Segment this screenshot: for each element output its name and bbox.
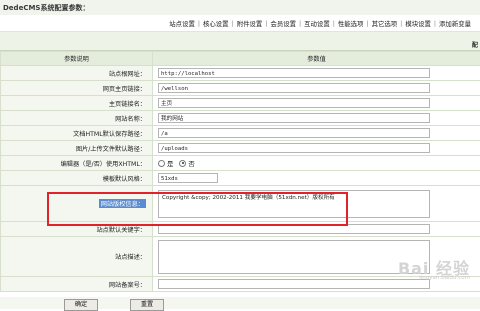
row-label-editor-xhtml: 编辑器（是/否）使用XHTML：	[1, 156, 153, 171]
table-row: 模板默认风格： 51xds	[1, 171, 480, 186]
copyright-textarea[interactable]: Copyright &copy; 2002-2011 我要学电脑（51xdn.n…	[158, 190, 430, 218]
home-name-input[interactable]: 主页	[158, 98, 430, 108]
nav-interaction-settings[interactable]: 互动设置	[301, 19, 333, 28]
row-label-template-style: 模板默认风格：	[1, 171, 153, 186]
nav-add-variable[interactable]: 添加新变量	[436, 19, 474, 28]
table-row: 主页链接名： 主页	[1, 96, 480, 111]
config-table: 参数说明 参数值 站点根网址： http://localhost 网页主页链接：…	[0, 51, 480, 292]
upload-dir-input[interactable]: /uploads	[158, 143, 430, 153]
row-label-icp: 网站备案号：	[1, 277, 153, 292]
editor-xhtml-no-label: 否	[188, 159, 194, 168]
confirm-button[interactable]: 确定	[64, 299, 98, 311]
column-header-label: 参数说明	[1, 52, 153, 66]
section-strip: 配	[0, 32, 480, 51]
row-label-site-name: 网站名称：	[1, 111, 153, 126]
row-label-home-link: 网页主页链接：	[1, 81, 153, 96]
table-row: 网页主页链接： /wellson	[1, 81, 480, 96]
table-row: 网站版权信息： Copyright &copy; 2002-2011 我要学电脑…	[1, 186, 480, 222]
table-row: 网站备案号：	[1, 277, 480, 292]
icp-input[interactable]	[158, 279, 430, 289]
button-row: 确定 重置	[0, 297, 480, 309]
reset-button[interactable]: 重置	[130, 299, 164, 311]
table-row: 站点根网址： http://localhost	[1, 66, 480, 81]
title-bar: DedeCMS系统配置参数：	[0, 0, 480, 16]
editor-xhtml-yes-radio[interactable]	[158, 160, 165, 167]
row-label-upload-dir: 图片/上传文件默认路径：	[1, 141, 153, 156]
editor-xhtml-radio-group: 是 否	[158, 159, 480, 168]
table-row: 站点默认关键字：	[1, 222, 480, 237]
row-label-site-url: 站点根网址：	[1, 66, 153, 81]
nav-core-settings[interactable]: 核心设置	[200, 19, 232, 28]
page-title: DedeCMS系统配置参数：	[3, 3, 89, 13]
table-row: 站点描述：	[1, 237, 480, 277]
row-label-keywords: 站点默认关键字：	[1, 222, 153, 237]
site-name-input[interactable]: 我的网站	[158, 113, 430, 123]
row-label-description: 站点描述：	[1, 237, 153, 277]
section-strip-label: 配	[472, 40, 478, 49]
home-link-input[interactable]: /wellson	[158, 83, 430, 93]
row-label-copyright: 网站版权信息：	[99, 199, 146, 208]
nav-member-settings[interactable]: 会员设置	[267, 19, 299, 28]
table-row: 编辑器（是/否）使用XHTML： 是 否	[1, 156, 480, 171]
nav-other-options[interactable]: 其它选项	[369, 19, 401, 28]
table-header-row: 参数说明 参数值	[1, 52, 480, 66]
nav-module-settings[interactable]: 模块设置	[402, 19, 434, 28]
editor-xhtml-no-radio[interactable]	[179, 160, 186, 167]
nav-attachment-settings[interactable]: 附件设置	[234, 19, 266, 28]
keywords-input[interactable]	[158, 224, 430, 234]
table-row: 图片/上传文件默认路径： /uploads	[1, 141, 480, 156]
table-row: 网站名称： 我的网站	[1, 111, 480, 126]
html-dir-input[interactable]: /a	[158, 128, 430, 138]
editor-xhtml-yes-label: 是	[167, 159, 173, 168]
column-header-value: 参数值	[153, 52, 480, 66]
nav-site-settings[interactable]: 站点设置	[166, 19, 198, 28]
site-url-input[interactable]: http://localhost	[158, 68, 430, 78]
template-style-input[interactable]: 51xds	[158, 173, 218, 183]
description-textarea[interactable]	[158, 240, 430, 274]
row-label-home-name: 主页链接名：	[1, 96, 153, 111]
table-row: 文档HTML默认保存路径： /a	[1, 126, 480, 141]
row-label-html-dir: 文档HTML默认保存路径：	[1, 126, 153, 141]
nav-performance-options[interactable]: 性能选项	[335, 19, 367, 28]
settings-nav: 站点设置| 核心设置| 附件设置| 会员设置| 互动设置| 性能选项| 其它选项…	[0, 15, 480, 32]
